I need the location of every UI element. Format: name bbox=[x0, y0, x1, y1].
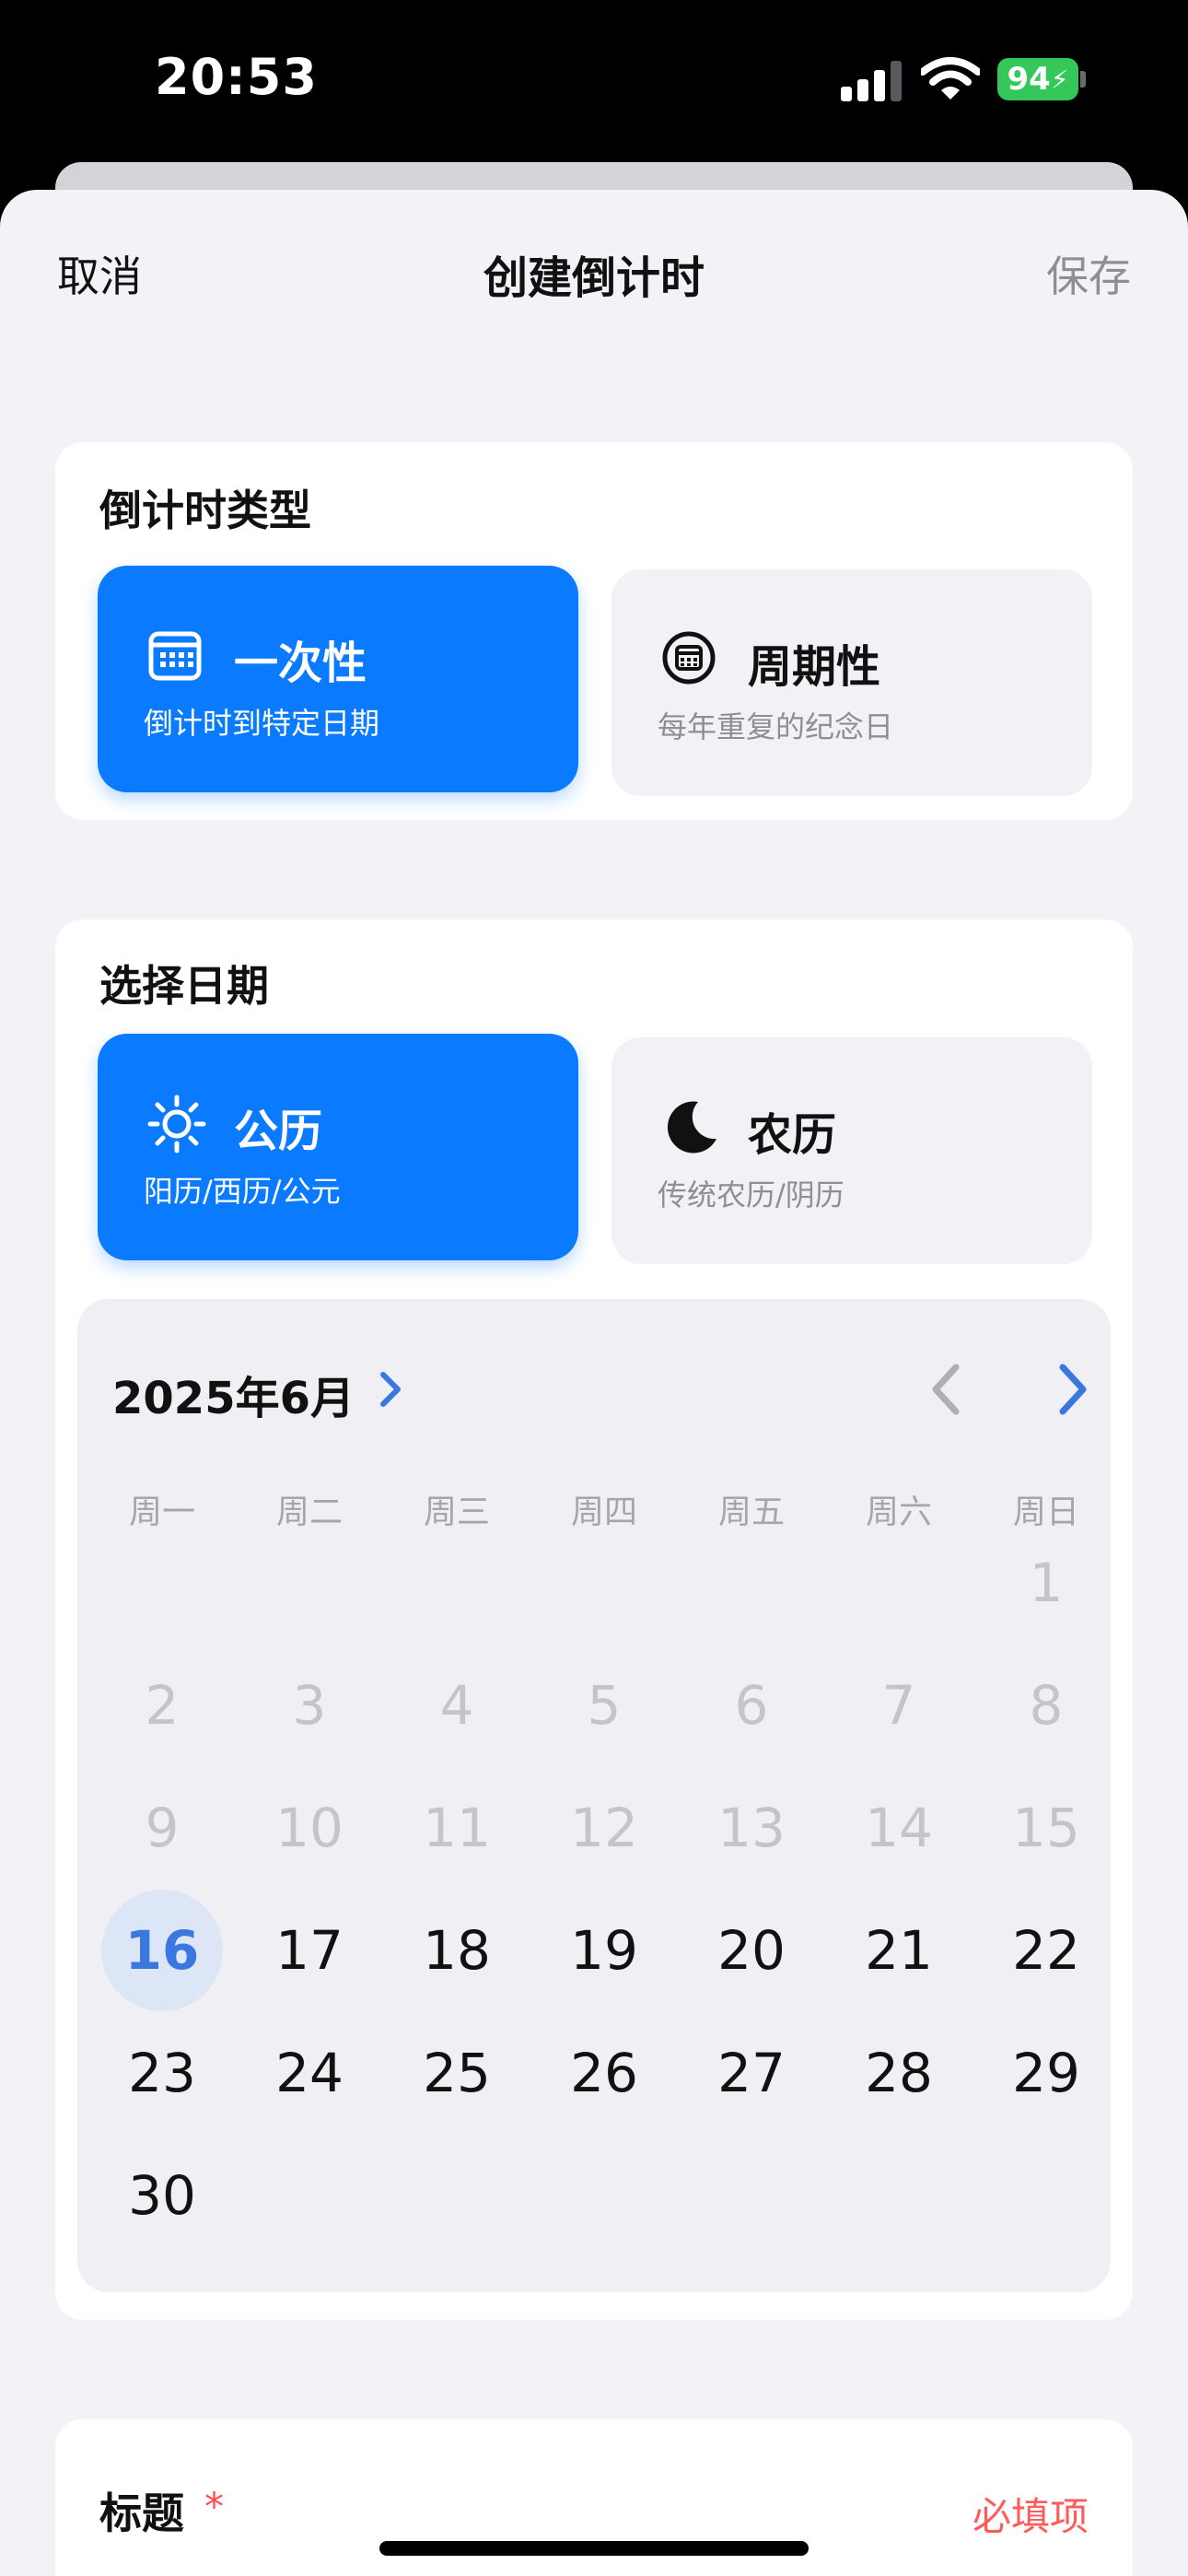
calendar-grid: 2025年6月 周一 周二 周三 周四 周五 周六 周日 1 2 3 4 5 6 7 8 9 10 11 12 13 1… bbox=[77, 1299, 1111, 2292]
calendar-day[interactable]: 26 bbox=[543, 2012, 665, 2134]
calendar-day: 14 bbox=[865, 1797, 933, 1859]
calendar-day: 8 bbox=[1029, 1674, 1064, 1737]
option-description: 倒计时到特定日期 bbox=[144, 706, 380, 741]
calendar-day[interactable]: 24 bbox=[249, 2012, 370, 2134]
calendar-day[interactable]: 18 bbox=[396, 1890, 518, 2011]
save-button[interactable]: 保存 bbox=[1046, 243, 1131, 304]
calendar-day: 6 bbox=[734, 1674, 769, 1737]
calendar-day[interactable]: 23 bbox=[101, 2012, 223, 2134]
wifi-icon bbox=[921, 57, 980, 100]
calendar-day: 2 bbox=[145, 1674, 180, 1737]
battery-level: 94 bbox=[1007, 61, 1051, 98]
calendar-day[interactable]: 22 bbox=[985, 1890, 1107, 2011]
home-indicator[interactable] bbox=[379, 2541, 809, 2556]
calendar-day: 1 bbox=[1029, 1551, 1064, 1614]
weekday-label: 周二 bbox=[275, 1493, 343, 1531]
page-title: 创建倒计时 bbox=[483, 252, 705, 304]
weekday-label: 周六 bbox=[865, 1493, 932, 1531]
calendar-month-label[interactable]: 2025年6月 bbox=[112, 1362, 355, 1426]
calendar-day[interactable]: 27 bbox=[691, 2012, 812, 2134]
calendar-day[interactable]: 21 bbox=[838, 1890, 960, 2011]
charging-bolt-icon: ⚡ bbox=[1050, 64, 1069, 95]
create-countdown-sheet: 取消 创建倒计时 保存 倒计时类型 一次性 倒计时到特定日期 周期性 每年重复的… bbox=[0, 190, 1188, 2576]
calendar-day: 5 bbox=[587, 1674, 622, 1737]
weekday-label: 周四 bbox=[570, 1493, 637, 1531]
calendar-day[interactable]: 28 bbox=[838, 2012, 960, 2134]
calendar-day-today[interactable]: 16 bbox=[101, 1890, 223, 2011]
chevron-right-icon[interactable] bbox=[378, 1369, 405, 1410]
option-description: 每年重复的纪念日 bbox=[658, 709, 894, 744]
calendar-day[interactable]: 20 bbox=[691, 1890, 812, 2011]
option-label: 一次性 bbox=[234, 638, 367, 689]
option-lunar-calendar[interactable]: 农历 传统农历/阴历 bbox=[611, 1037, 1092, 1264]
countdown-type-label: 倒计时类型 bbox=[99, 486, 311, 535]
option-one-time[interactable]: 一次性 倒计时到特定日期 bbox=[98, 566, 578, 792]
previous-month-icon[interactable] bbox=[926, 1362, 967, 1417]
calendar-icon bbox=[148, 631, 202, 681]
calendar-day[interactable]: 30 bbox=[101, 2135, 223, 2256]
option-description: 阳历/西历/公元 bbox=[144, 1174, 341, 1209]
required-hint: 必填项 bbox=[972, 2494, 1089, 2539]
battery-tip bbox=[1080, 71, 1086, 88]
calendar-day: 10 bbox=[275, 1797, 344, 1859]
date-select-card: 选择日期 公历 阳历/西历/公元 农历 传统农历/阴历 2025年6月 周一 周… bbox=[55, 919, 1133, 2320]
calendar-day[interactable]: 29 bbox=[985, 2012, 1107, 2134]
calendar-day[interactable]: 25 bbox=[396, 2012, 518, 2134]
weekday-label: 周一 bbox=[128, 1493, 195, 1531]
weekday-label: 周五 bbox=[717, 1493, 785, 1531]
calendar-day: 13 bbox=[717, 1797, 786, 1859]
option-label: 公历 bbox=[234, 1106, 323, 1157]
status-time: 20:53 bbox=[155, 48, 318, 106]
option-solar-calendar[interactable]: 公历 阳历/西历/公元 bbox=[98, 1034, 578, 1260]
calendar-day: 4 bbox=[439, 1674, 474, 1737]
required-mark: * bbox=[204, 2484, 224, 2529]
status-bar: 20:53 94 ⚡ bbox=[0, 0, 1188, 175]
weekday-label: 周三 bbox=[423, 1493, 490, 1531]
calendar-day: 11 bbox=[423, 1797, 491, 1859]
calendar-day: 12 bbox=[570, 1797, 638, 1859]
calendar-day: 9 bbox=[145, 1797, 180, 1859]
next-month-icon[interactable] bbox=[1052, 1362, 1092, 1417]
option-recurring[interactable]: 周期性 每年重复的纪念日 bbox=[611, 569, 1092, 796]
calendar-day: 3 bbox=[292, 1674, 327, 1737]
option-label: 周期性 bbox=[748, 641, 881, 693]
cellular-signal-icon bbox=[841, 61, 902, 101]
option-description: 传统农历/阴历 bbox=[658, 1177, 844, 1212]
date-select-label: 选择日期 bbox=[99, 961, 269, 1011]
calendar-day: 7 bbox=[881, 1674, 916, 1737]
calendar-day[interactable]: 17 bbox=[249, 1890, 370, 2011]
battery-icon: 94 ⚡ bbox=[997, 58, 1078, 100]
recurring-calendar-icon bbox=[662, 631, 716, 685]
moon-icon bbox=[667, 1101, 716, 1153]
sun-icon bbox=[147, 1095, 206, 1153]
title-field-label: 标题 bbox=[99, 2488, 184, 2538]
calendar-day: 15 bbox=[1012, 1797, 1080, 1859]
option-label: 农历 bbox=[748, 1109, 837, 1161]
calendar-day[interactable]: 19 bbox=[543, 1890, 665, 2011]
countdown-type-card: 倒计时类型 一次性 倒计时到特定日期 周期性 每年重复的纪念日 bbox=[55, 442, 1133, 820]
